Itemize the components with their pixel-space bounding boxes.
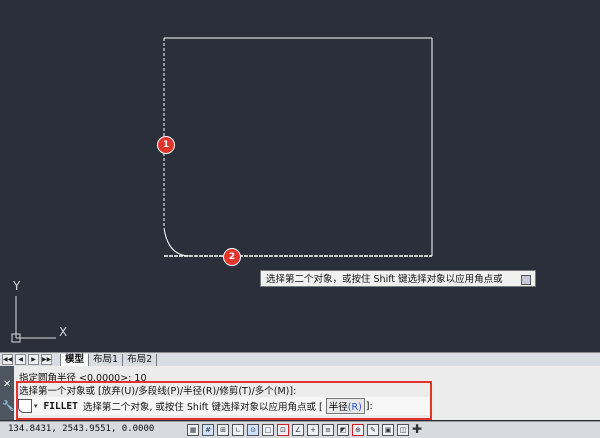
tab-model[interactable]: 模型	[60, 353, 90, 366]
annotation-monitor-icon[interactable]: ✎	[367, 424, 379, 436]
cursor-coordinates: 134.8431, 2543.9551, 0.0000	[8, 424, 155, 434]
osnap-icon[interactable]: □	[262, 424, 274, 436]
marker-1: 1	[157, 136, 175, 154]
selection-cycling-icon[interactable]: ⊕	[352, 424, 364, 436]
tab-nav-prev-button[interactable]: ◀	[15, 354, 26, 365]
dynamic-input-tooltip: 选择第二个对象，或按住 Shift 键选择对象以应用角点或	[260, 270, 536, 287]
close-icon[interactable]: ✕	[3, 379, 11, 390]
otrack-icon[interactable]: ⊡	[277, 424, 289, 436]
tab-layout1[interactable]: 布局1	[89, 353, 124, 366]
radius-option-label: 半径	[328, 402, 348, 413]
command-history-line-1: 指定圆角半径 <0.0000>: 10	[19, 373, 147, 384]
command-input[interactable]: ▾ FILLET 选择第二个对象, 或按住 Shift 键选择对象以应用角点或 …	[15, 397, 429, 415]
layout-tab-bar: ◀◀ ◀ ▶ ▶▶ 模型 布局1 布局2	[0, 352, 600, 366]
ucs-x-label: X	[59, 325, 68, 339]
lock-icon[interactable]: ◫	[397, 424, 409, 436]
lineweight-icon[interactable]: ≡	[322, 424, 334, 436]
polar-icon[interactable]: ⊙	[247, 424, 259, 436]
tab-nav-first-button[interactable]: ◀◀	[2, 354, 13, 365]
chevron-down-icon[interactable]: ▾	[34, 402, 38, 410]
status-bar: 134.8431, 2543.9551, 0.0000 ▦ # ⊞ ∟ ⊙ □ …	[0, 421, 600, 438]
status-toggle-group: ▦ # ⊞ ∟ ⊙ □ ⊡ ∠ + ≡ ◩ ⊕ ✎ ▣ ◫ ✚	[187, 423, 425, 436]
tooltip-options-button[interactable]	[521, 275, 531, 285]
tab-layout2[interactable]: 布局2	[123, 353, 158, 366]
radius-option-button[interactable]: 半径(R)	[325, 398, 365, 414]
workspace-icon[interactable]: ▣	[382, 424, 394, 436]
transparency-icon[interactable]: ◩	[337, 424, 349, 436]
fillet-command-icon[interactable]	[18, 399, 32, 413]
command-history-line-2: 选择第一个对象或 [放弃(U)/多段线(P)/半径(R)/修剪(T)/多个(M)…	[19, 386, 297, 397]
grid-icon[interactable]: #	[202, 424, 214, 436]
command-name: FILLET	[43, 400, 78, 412]
tab-nav-next-button[interactable]: ▶	[28, 354, 39, 365]
ucs-y-label: Y	[13, 279, 21, 293]
tab-nav-last-button[interactable]: ▶▶	[41, 354, 52, 365]
drawing-geometry	[11, 37, 433, 343]
command-prompt-suffix: ]:	[365, 400, 373, 412]
drawing-canvas[interactable]: 1 2 选择第二个对象，或按住 Shift 键选择对象以应用角点或 Y X	[0, 0, 600, 352]
fillet-preview-arc	[163, 227, 191, 257]
command-prompt-text: 选择第二个对象, 或按住 Shift 键选择对象以应用角点或 [	[82, 402, 323, 413]
model-space-icon[interactable]: ▦	[187, 424, 199, 436]
ducs-icon[interactable]: ∠	[292, 424, 304, 436]
plus-icon[interactable]: ✚	[412, 423, 422, 435]
command-line-sidebar: ✕ 🔧	[0, 366, 14, 420]
command-line-panel: ✕ 🔧 指定圆角半径 <0.0000>: 10 选择第一个对象或 [放弃(U)/…	[0, 366, 600, 420]
dynamic-input-icon[interactable]: +	[307, 424, 319, 436]
snap-icon[interactable]: ⊞	[217, 424, 229, 436]
radius-option-key: (R)	[347, 402, 362, 413]
wrench-icon[interactable]: 🔧	[2, 401, 14, 412]
marker-2: 2	[223, 248, 241, 266]
ortho-icon[interactable]: ∟	[232, 424, 244, 436]
tooltip-text: 选择第二个对象，或按住 Shift 键选择对象以应用角点或	[266, 274, 503, 285]
